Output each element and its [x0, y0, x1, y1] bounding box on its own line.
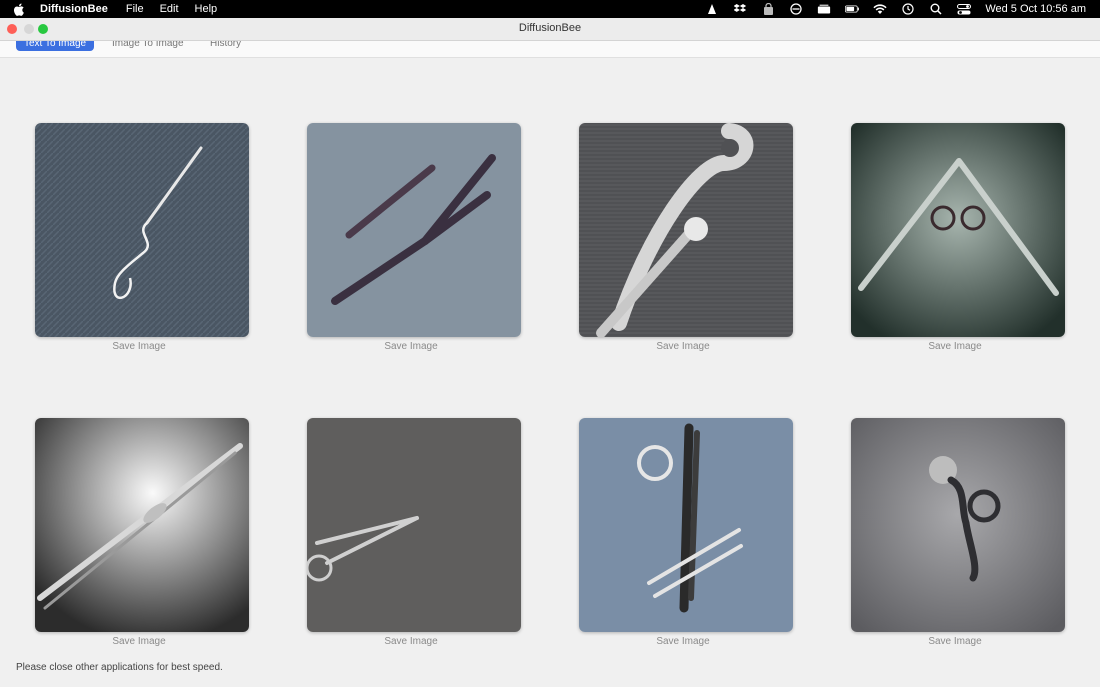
save-image-button[interactable]: Save Image [32, 636, 246, 647]
performance-hint: Please close other applications for best… [16, 662, 223, 673]
scissors-image [579, 123, 793, 337]
focus-icon[interactable] [789, 3, 803, 15]
menu-help[interactable]: Help [195, 3, 218, 15]
control-center-icon[interactable] [957, 3, 972, 15]
scissors-image [35, 418, 249, 632]
tab-bar: Text To Image Image To Image History [0, 41, 1100, 58]
tab-image-to-image[interactable]: Image To Image [104, 41, 192, 51]
generated-image-7[interactable] [579, 418, 793, 632]
generated-image-1[interactable] [35, 123, 249, 337]
generated-image-2[interactable] [307, 123, 521, 337]
tab-text-to-image[interactable]: Text To Image [16, 41, 95, 51]
save-image-button[interactable]: Save Image [576, 341, 790, 352]
scissors-image [307, 418, 521, 632]
menubar-clock[interactable]: Wed 5 Oct 10:56 am [985, 3, 1086, 15]
security-icon[interactable] [761, 3, 775, 15]
scissors-image [307, 123, 521, 337]
save-image-button[interactable]: Save Image [32, 341, 246, 352]
scissors-image [851, 123, 1065, 337]
window-titlebar: DiffusionBee [0, 18, 1100, 41]
scissors-image [579, 418, 793, 632]
scissors-image [35, 123, 249, 337]
generated-image-3[interactable] [579, 123, 793, 337]
menu-app-name[interactable]: DiffusionBee [40, 3, 108, 15]
save-image-button[interactable]: Save Image [576, 636, 790, 647]
time-machine-icon[interactable] [901, 3, 915, 15]
save-image-button[interactable]: Save Image [304, 636, 518, 647]
apple-icon[interactable] [12, 2, 26, 16]
generated-image-4[interactable] [851, 123, 1065, 337]
generated-image-5[interactable] [35, 418, 249, 632]
save-image-button[interactable]: Save Image [848, 636, 1062, 647]
generated-image-6[interactable] [307, 418, 521, 632]
save-image-button[interactable]: Save Image [304, 341, 518, 352]
scissors-image [851, 418, 1065, 632]
menu-bar: DiffusionBee File Edit Help Wed 5 Oct 10… [0, 0, 1100, 18]
tab-history[interactable]: History [202, 41, 249, 51]
menu-file[interactable]: File [126, 3, 144, 15]
window-title: DiffusionBee [518, 22, 582, 34]
battery-icon[interactable] [845, 3, 860, 15]
stage-manager-icon[interactable] [817, 3, 831, 15]
search-icon[interactable] [929, 3, 943, 15]
vlc-icon[interactable] [705, 3, 719, 15]
wifi-icon[interactable] [873, 3, 887, 15]
save-image-button[interactable]: Save Image [848, 341, 1062, 352]
dropbox-icon[interactable] [733, 3, 747, 15]
menu-edit[interactable]: Edit [160, 3, 179, 15]
generated-image-8[interactable] [851, 418, 1065, 632]
